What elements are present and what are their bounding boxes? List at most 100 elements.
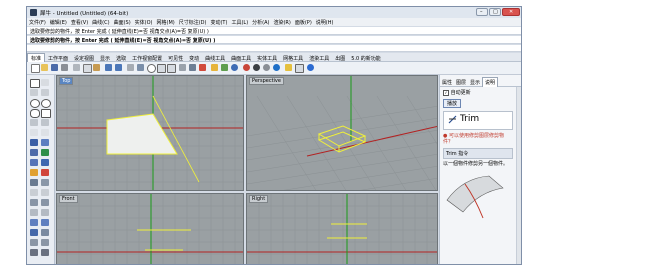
tab-curve-tools[interactable]: 曲线工具 (202, 54, 228, 62)
hatch-icon[interactable] (41, 239, 49, 246)
tab-solid-tools[interactable]: 实体工具 (254, 54, 280, 62)
explode-icon[interactable] (41, 169, 49, 176)
menu-transform[interactable]: 变动(T) (208, 18, 229, 26)
zoom-window-icon[interactable] (157, 64, 166, 73)
record-icon[interactable] (243, 64, 250, 71)
menu-mesh[interactable]: 网格(M) (155, 18, 177, 26)
point-icon[interactable] (41, 79, 49, 86)
circle-icon[interactable] (30, 99, 40, 108)
options-icon[interactable] (285, 64, 292, 71)
light-icon[interactable] (211, 64, 218, 71)
rotate-tool-icon[interactable] (30, 209, 38, 216)
viewport-top[interactable]: Top (56, 75, 244, 191)
tab-display-panel[interactable]: 显示 (468, 78, 482, 87)
analyze-icon[interactable] (30, 229, 38, 236)
pan-icon[interactable] (127, 64, 134, 71)
maximize-button[interactable]: □ (489, 8, 501, 16)
command-input[interactable] (27, 45, 521, 52)
array-icon[interactable] (30, 219, 38, 226)
line-icon[interactable] (41, 89, 49, 96)
tab-new-in-v5[interactable]: 5.0 的新功能 (348, 54, 384, 62)
menu-tools[interactable]: 工具(L) (229, 18, 250, 26)
minimize-button[interactable]: – (476, 8, 488, 16)
zoom-icon[interactable] (147, 64, 156, 73)
display-options-icon[interactable] (295, 64, 304, 73)
freeform-icon[interactable] (41, 119, 49, 126)
polygon-icon[interactable] (30, 119, 38, 126)
tab-select[interactable]: 选取 (113, 54, 129, 62)
tab-surface-tools[interactable]: 曲面工具 (228, 54, 254, 62)
scale-icon[interactable] (41, 209, 49, 216)
copy-tool-icon[interactable] (41, 199, 49, 206)
auto-update-checkbox[interactable]: ✓ (443, 89, 449, 96)
tab-properties[interactable]: 属性 (440, 78, 454, 87)
shade-icon[interactable] (253, 64, 260, 71)
menu-panels[interactable]: 面板(P) (293, 18, 314, 26)
menu-file[interactable]: 文件(F) (27, 18, 48, 26)
command-prompt[interactable]: 选取要修剪的物件，按 Enter 完成 ( 延伸直线(E)=否 视角交点(A)=… (27, 36, 521, 44)
render-icon[interactable] (231, 64, 238, 71)
tab-viewport-layout[interactable]: 工作视窗配置 (129, 54, 165, 62)
tab-layers[interactable]: 图层 (454, 78, 468, 87)
box-icon[interactable] (30, 149, 38, 156)
menu-curve[interactable]: 曲线(C) (90, 18, 111, 26)
menu-surface[interactable]: 曲面(S) (112, 18, 133, 26)
material-icon[interactable] (221, 64, 228, 71)
viewport-right[interactable]: Right (246, 193, 438, 264)
undo-icon[interactable] (105, 64, 112, 71)
menu-dimension[interactable]: 尺寸标注(D) (177, 18, 209, 26)
paste-icon[interactable] (93, 64, 100, 71)
open-icon[interactable] (41, 64, 48, 71)
viewport-front[interactable]: Front (56, 193, 244, 264)
tab-help[interactable]: 说明 (482, 77, 499, 87)
rectangle-icon[interactable] (41, 109, 51, 118)
surface-icon[interactable] (30, 139, 38, 146)
tab-transform[interactable]: 变动 (186, 54, 202, 62)
viewport-perspective-label[interactable]: Perspective (249, 77, 284, 85)
dimension-icon[interactable] (41, 229, 49, 236)
layer-icon[interactable] (199, 64, 206, 71)
tab-mesh-tools[interactable]: 网格工具 (280, 54, 306, 62)
light-tool-icon[interactable] (30, 169, 38, 176)
print-icon[interactable] (61, 64, 68, 71)
polyline-icon[interactable] (30, 89, 38, 96)
tab-display[interactable]: 显示 (97, 54, 113, 62)
cylinder-icon[interactable] (30, 159, 38, 166)
ellipse-icon[interactable] (30, 109, 40, 118)
trim-tool-icon[interactable] (30, 179, 38, 186)
tab-visibility[interactable]: 可见性 (165, 54, 186, 62)
ghosted-icon[interactable] (263, 64, 270, 71)
viewport-top-label[interactable]: Top (59, 77, 74, 85)
menu-view[interactable]: 查看(V) (69, 18, 90, 26)
fillet-curve-icon[interactable] (30, 129, 38, 136)
viewport-perspective[interactable]: Perspective (246, 75, 438, 191)
panel-scrollbar[interactable] (516, 87, 521, 264)
tip-text[interactable]: ● 可以使用修剪图层修剪物件？ (443, 133, 513, 145)
select-icon[interactable] (189, 64, 196, 71)
redo-icon[interactable] (115, 64, 122, 71)
tab-render-tools[interactable]: 渲染工具 (306, 54, 332, 62)
select-pointer-icon[interactable] (30, 79, 40, 88)
save-icon[interactable] (51, 64, 58, 71)
offset-curve-icon[interactable] (41, 129, 49, 136)
split-icon[interactable] (41, 179, 49, 186)
ortho-icon[interactable] (41, 249, 49, 256)
viewport-front-label[interactable]: Front (59, 195, 78, 203)
tab-standard[interactable]: 标准 (27, 53, 46, 62)
mirror-icon[interactable] (41, 219, 49, 226)
menu-solid[interactable]: 实体(O) (133, 18, 155, 26)
group-icon[interactable] (41, 189, 49, 196)
cut-icon[interactable] (73, 64, 80, 71)
viewport-right-label[interactable]: Right (249, 195, 269, 203)
menu-edit[interactable]: 编辑(E) (48, 18, 69, 26)
menu-analyze[interactable]: 分析(A) (250, 18, 271, 26)
grid-icon[interactable] (179, 64, 186, 71)
rendered-icon[interactable] (273, 64, 280, 71)
move-icon[interactable] (30, 199, 38, 206)
copy-icon[interactable] (83, 64, 92, 73)
text-icon[interactable] (30, 239, 38, 246)
loft-icon[interactable] (41, 139, 49, 146)
close-button[interactable]: ✕ (502, 8, 520, 16)
mesh-icon[interactable] (41, 159, 49, 166)
new-file-icon[interactable] (31, 64, 40, 73)
